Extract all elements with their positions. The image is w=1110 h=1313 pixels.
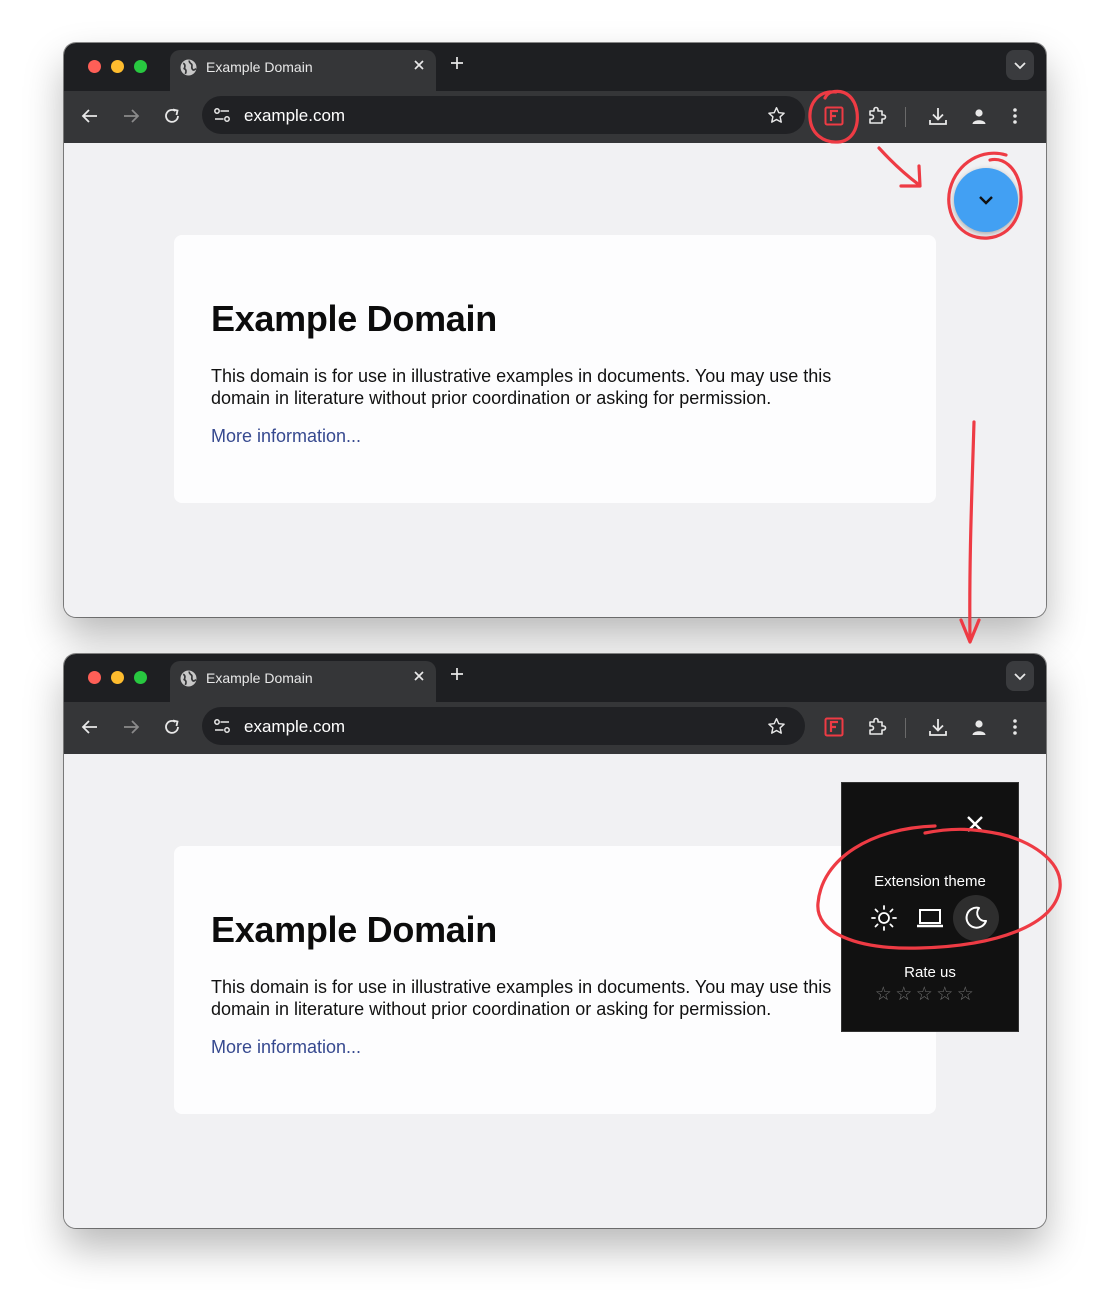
- circle-around-toggle-button: [947, 151, 1023, 240]
- arrow-to-second-window: [968, 420, 976, 642]
- arrow-to-toggle-button: [877, 146, 920, 186]
- annotation-overlay: [808, 89, 1062, 950]
- circle-around-theme-options: [816, 824, 1062, 950]
- circle-around-extension-icon: [808, 89, 859, 144]
